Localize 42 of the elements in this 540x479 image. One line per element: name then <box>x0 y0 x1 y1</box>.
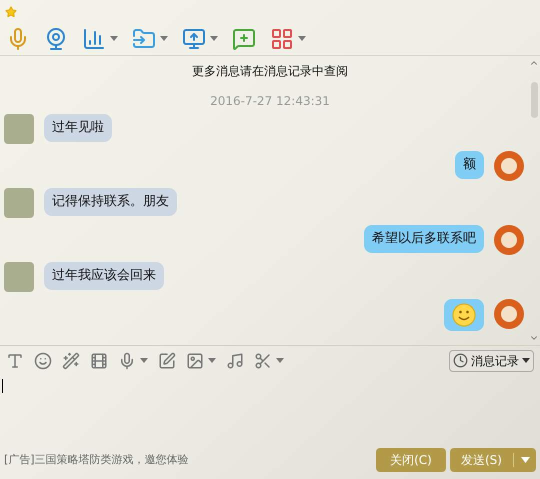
avatar <box>494 151 524 181</box>
message-add-icon[interactable] <box>232 26 256 50</box>
message-bubble: 记得保持联系。朋友 <box>44 188 177 216</box>
clock-icon <box>453 353 468 368</box>
edit-icon[interactable] <box>158 352 176 370</box>
caret-icon <box>522 358 530 363</box>
close-button[interactable]: 关闭(C) <box>376 448 446 472</box>
caret-icon[interactable] <box>110 36 118 41</box>
star-icon[interactable] <box>5 6 17 18</box>
message-bubble: 过年见啦 <box>44 114 112 142</box>
photo-placeholder <box>4 114 34 144</box>
photo-placeholder <box>4 188 34 218</box>
message-bubble: 过年我应该会回来 <box>44 262 164 290</box>
webcam-icon[interactable] <box>44 26 68 50</box>
scrollbar-thumb[interactable] <box>530 82 538 118</box>
caret-icon[interactable] <box>298 36 306 41</box>
font-icon[interactable] <box>6 352 24 370</box>
caret-icon[interactable] <box>210 36 218 41</box>
folder-icon[interactable] <box>132 26 156 50</box>
caret-icon[interactable] <box>140 358 148 363</box>
message-bubble: 希望以后多联系吧 <box>364 225 484 253</box>
caret-icon[interactable] <box>276 358 284 363</box>
scissors-icon[interactable] <box>254 352 272 370</box>
ad-text[interactable]: [广告]三国策略塔防类游戏，邀您体验 <box>4 452 189 468</box>
film-icon[interactable] <box>90 352 108 370</box>
smiley-icon <box>452 303 476 327</box>
timestamp: 2016-7-27 12:43:31 <box>209 93 331 110</box>
apps-grid-icon[interactable] <box>270 26 294 50</box>
image-icon[interactable] <box>186 352 204 370</box>
smiley-icon[interactable] <box>34 352 52 370</box>
music-icon[interactable] <box>226 352 244 370</box>
microphone-icon[interactable] <box>118 352 136 370</box>
message-bubble: 额 <box>455 151 484 179</box>
avatar <box>494 225 524 255</box>
wand-icon[interactable] <box>62 352 80 370</box>
history-notice[interactable]: 更多消息请在消息记录中查阅 <box>16 62 524 80</box>
history-button[interactable]: 消息记录 <box>449 350 534 372</box>
monitor-icon[interactable] <box>182 26 206 50</box>
caret-icon[interactable] <box>208 358 216 363</box>
caret-icon[interactable] <box>160 36 168 41</box>
photo-placeholder <box>4 262 34 292</box>
avatar <box>494 299 524 329</box>
